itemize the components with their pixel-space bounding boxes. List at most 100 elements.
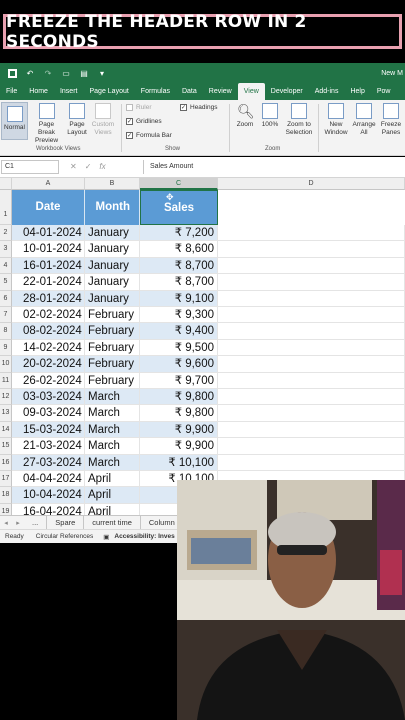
amount-cell[interactable]: ₹ 9,600 bbox=[140, 356, 218, 373]
row-header[interactable]: 8 bbox=[0, 323, 12, 340]
arrange-all-button[interactable]: Arrange All bbox=[350, 103, 378, 137]
name-box[interactable]: C1 bbox=[1, 160, 59, 174]
date-cell[interactable]: 16-04-2024 bbox=[12, 503, 85, 515]
row-header[interactable]: 19 bbox=[0, 503, 12, 515]
month-cell[interactable]: March bbox=[85, 389, 140, 406]
row-header[interactable]: 18 bbox=[0, 487, 12, 504]
cancel-icon[interactable]: ✕ bbox=[70, 162, 85, 171]
tab-data[interactable]: Data bbox=[176, 83, 203, 100]
page-layout-button[interactable]: Page Layout bbox=[65, 103, 89, 137]
tab-insert[interactable]: Insert bbox=[54, 83, 84, 100]
amount-cell[interactable]: ₹ 8,700 bbox=[140, 257, 218, 275]
next-sheet-icon[interactable]: ▸ bbox=[12, 519, 24, 527]
header-cell-date[interactable]: Date bbox=[12, 190, 85, 225]
date-cell[interactable]: 14-02-2024 bbox=[12, 339, 85, 357]
month-cell[interactable]: March bbox=[85, 421, 140, 439]
date-cell[interactable]: 04-01-2024 bbox=[12, 225, 85, 242]
ruler-checkbox[interactable]: Ruler bbox=[126, 104, 152, 111]
date-cell[interactable]: 26-02-2024 bbox=[12, 372, 85, 389]
date-cell[interactable]: 10-01-2024 bbox=[12, 241, 85, 258]
row-header[interactable]: 13 bbox=[0, 405, 12, 422]
column-header-c[interactable]: C bbox=[140, 178, 218, 190]
row-header[interactable]: 6 bbox=[0, 290, 12, 307]
month-cell[interactable]: February bbox=[85, 323, 140, 340]
zoom-100-button[interactable]: 100% bbox=[259, 103, 281, 129]
row-header[interactable]: 4 bbox=[0, 257, 12, 275]
tab-file[interactable]: File bbox=[0, 83, 23, 100]
sheet-tab-spare[interactable]: Spare bbox=[47, 515, 85, 530]
date-cell[interactable]: 10-04-2024 bbox=[12, 487, 85, 504]
gridlines-checkbox[interactable]: ✓ Gridlines bbox=[126, 118, 162, 125]
tab-view[interactable]: View bbox=[237, 83, 265, 100]
amount-cell[interactable]: ₹ 9,800 bbox=[140, 389, 218, 406]
customize-qat-icon[interactable]: ▾ bbox=[96, 67, 108, 79]
macro-record-icon[interactable]: ▣ bbox=[103, 533, 109, 541]
row-header[interactable]: 10 bbox=[0, 356, 12, 373]
amount-cell[interactable]: ₹ 9,700 bbox=[140, 372, 218, 389]
date-cell[interactable]: 28-01-2024 bbox=[12, 290, 85, 307]
status-circular-references[interactable]: Circular References bbox=[36, 533, 93, 540]
month-cell[interactable]: February bbox=[85, 339, 140, 357]
formula-bar-checkbox[interactable]: ✓ Formula Bar bbox=[126, 132, 172, 139]
headings-checkbox[interactable]: ✓ Headings bbox=[180, 104, 217, 111]
amount-cell[interactable]: ₹ 10,100 bbox=[140, 454, 218, 471]
amount-cell[interactable]: ₹ 9,900 bbox=[140, 438, 218, 455]
amount-cell[interactable]: ₹ 8,600 bbox=[140, 241, 218, 258]
empty-cell[interactable] bbox=[218, 405, 405, 422]
row-header[interactable]: 3 bbox=[0, 241, 12, 258]
tab-review[interactable]: Review bbox=[203, 83, 238, 100]
date-cell[interactable]: 22-01-2024 bbox=[12, 274, 85, 291]
redo-icon[interactable]: ↷ bbox=[42, 67, 54, 79]
empty-cell[interactable] bbox=[218, 454, 405, 471]
page-break-preview-button[interactable]: Page Break Preview bbox=[30, 103, 63, 145]
formula-input[interactable]: Sales Amount bbox=[143, 160, 405, 174]
amount-cell[interactable]: ₹ 7,200 bbox=[140, 225, 218, 242]
empty-cell[interactable] bbox=[218, 290, 405, 307]
month-cell[interactable]: April bbox=[85, 471, 140, 488]
empty-cell[interactable] bbox=[218, 307, 405, 324]
undo-icon[interactable]: ↶ bbox=[24, 67, 36, 79]
prev-sheet-icon[interactable]: ◂ bbox=[0, 519, 12, 527]
month-cell[interactable]: March bbox=[85, 438, 140, 455]
month-cell[interactable]: February bbox=[85, 356, 140, 373]
row-header[interactable]: 9 bbox=[0, 339, 12, 357]
month-cell[interactable]: March bbox=[85, 454, 140, 471]
header-cell-sales-amount[interactable]: Sales Amount bbox=[140, 190, 218, 249]
amount-cell[interactable]: ₹ 9,400 bbox=[140, 323, 218, 340]
empty-cell[interactable] bbox=[218, 421, 405, 439]
empty-cell[interactable] bbox=[218, 356, 405, 373]
date-cell[interactable]: 21-03-2024 bbox=[12, 438, 85, 455]
date-cell[interactable]: 15-03-2024 bbox=[12, 421, 85, 439]
row-header[interactable]: 5 bbox=[0, 274, 12, 291]
month-cell[interactable]: February bbox=[85, 307, 140, 324]
empty-cell[interactable] bbox=[218, 339, 405, 357]
amount-cell[interactable]: ₹ 9,800 bbox=[140, 405, 218, 422]
date-cell[interactable]: 09-03-2024 bbox=[12, 405, 85, 422]
row-header[interactable]: 11 bbox=[0, 372, 12, 389]
tab-pow[interactable]: Pow bbox=[371, 83, 397, 100]
custom-views-button[interactable]: Custom Views bbox=[90, 103, 116, 137]
row-header[interactable]: 2 bbox=[0, 225, 12, 242]
month-cell[interactable]: April bbox=[85, 487, 140, 504]
tab-help[interactable]: Help bbox=[344, 83, 370, 100]
tab-developer[interactable]: Developer bbox=[265, 83, 309, 100]
empty-cell[interactable] bbox=[218, 323, 405, 340]
status-accessibility[interactable]: Accessibility: Inves bbox=[114, 533, 174, 540]
open-folder-icon[interactable]: ▭ bbox=[60, 67, 72, 79]
amount-cell[interactable]: ₹ 9,100 bbox=[140, 290, 218, 307]
date-cell[interactable]: 04-04-2024 bbox=[12, 471, 85, 488]
empty-cell[interactable] bbox=[218, 241, 405, 258]
empty-cell[interactable] bbox=[218, 225, 405, 242]
tab-formulas[interactable]: Formulas bbox=[135, 83, 176, 100]
row-header[interactable]: 7 bbox=[0, 307, 12, 324]
normal-view-button[interactable]: Normal bbox=[1, 102, 28, 140]
row-header[interactable]: 12 bbox=[0, 389, 12, 406]
freeze-panes-button[interactable]: Freeze Panes bbox=[378, 103, 404, 137]
date-cell[interactable]: 27-03-2024 bbox=[12, 454, 85, 471]
empty-cell[interactable] bbox=[218, 438, 405, 455]
sheet-tab-more[interactable]: ... bbox=[24, 515, 48, 530]
empty-cell[interactable] bbox=[218, 372, 405, 389]
column-header-d[interactable]: D bbox=[218, 178, 405, 190]
empty-cell[interactable] bbox=[218, 389, 405, 406]
empty-cell[interactable] bbox=[218, 257, 405, 275]
